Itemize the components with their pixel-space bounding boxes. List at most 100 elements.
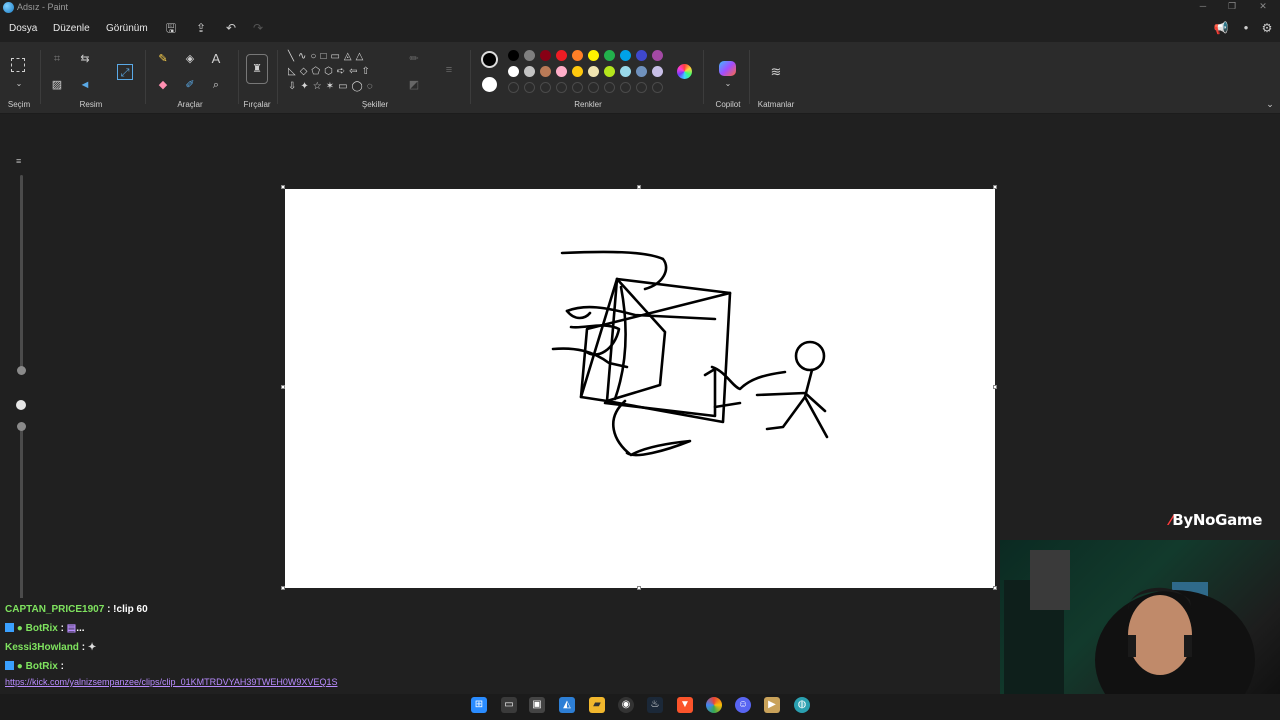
color-swatch[interactable] [604, 50, 615, 61]
chrome-icon[interactable] [706, 697, 722, 713]
zoom-fit-icon[interactable]: ≡ [16, 156, 21, 166]
minimize-icon[interactable]: ─ [1190, 1, 1216, 11]
steam-icon[interactable]: ♨ [647, 697, 663, 713]
resize-handle[interactable] [993, 185, 997, 189]
custom-color-slot[interactable] [524, 82, 535, 93]
resize-handle[interactable] [993, 586, 997, 590]
paint-taskbar-icon[interactable]: ◍ [794, 697, 810, 713]
shape-size-icon[interactable]: ≡ [441, 62, 457, 78]
size-slider-thumb[interactable] [17, 422, 26, 431]
color-swatch[interactable] [508, 50, 519, 61]
background-remove-icon[interactable]: ▨ [49, 77, 65, 93]
custom-color-slot[interactable] [556, 82, 567, 93]
copilot-icon[interactable] [719, 61, 736, 76]
color-swatch[interactable] [620, 66, 631, 77]
discord-icon[interactable]: ☺ [735, 697, 751, 713]
pencil-icon[interactable]: ✎ [155, 51, 171, 67]
group-label-copilot: Copilot [715, 100, 741, 109]
brush-icon[interactable]: ♜ [246, 54, 268, 84]
menu-edit[interactable]: Düzenle [53, 23, 90, 34]
color-swatch[interactable] [556, 50, 567, 61]
zoom-slider-thumb[interactable] [17, 366, 26, 375]
image-select-icon[interactable]: ⤢ [117, 64, 133, 80]
shape-fill-icon[interactable]: ◩ [406, 77, 422, 93]
color-swatch[interactable] [588, 66, 599, 77]
color-swatch[interactable] [636, 66, 647, 77]
app-icon[interactable]: ▣ [529, 697, 545, 713]
account-icon[interactable]: ● [1238, 20, 1254, 36]
redo-icon[interactable]: ↷ [250, 20, 266, 36]
color-swatch[interactable] [652, 66, 663, 77]
chat-username: Kessi3Howland [5, 642, 79, 653]
chevron-down-icon[interactable]: ⌄ [720, 76, 736, 92]
color-swatch[interactable] [604, 66, 615, 77]
color-swatch[interactable] [636, 50, 647, 61]
task-view-icon[interactable]: ▭ [501, 697, 517, 713]
share-icon[interactable]: ⇪ [193, 20, 209, 36]
file-explorer-icon[interactable]: ▰ [589, 697, 605, 713]
color-swatch[interactable] [652, 50, 663, 61]
color-picker-icon[interactable]: ✐ [182, 77, 198, 93]
resize-icon[interactable]: ⇆ [77, 51, 93, 67]
color-swatch[interactable] [540, 50, 551, 61]
selection-rect-icon[interactable] [11, 58, 25, 72]
resize-handle[interactable] [281, 385, 285, 389]
rotate-icon[interactable]: ◄ [77, 77, 93, 93]
color-swatch[interactable] [508, 66, 519, 77]
crop-icon[interactable]: ⌗ [49, 51, 65, 67]
color-swatch[interactable] [588, 50, 599, 61]
chat-text: : [57, 623, 67, 634]
announcement-icon[interactable]: 📢 [1213, 20, 1229, 36]
custom-color-slot[interactable] [572, 82, 583, 93]
size-slider-track[interactable] [20, 428, 23, 598]
close-icon[interactable]: ✕ [1250, 1, 1276, 12]
custom-color-slot[interactable] [540, 82, 551, 93]
shape-outline-icon[interactable]: ✏ [406, 51, 422, 67]
custom-color-slot[interactable] [604, 82, 615, 93]
windows-start-icon[interactable]: ⊞ [471, 697, 487, 713]
color-swatch[interactable] [524, 50, 535, 61]
chat-message: CAPTAN_PRICE1907 : !clip 60 [5, 604, 148, 615]
text-tool-icon[interactable]: A [208, 51, 224, 67]
eraser-icon[interactable]: ◆ [155, 77, 171, 93]
resize-handle[interactable] [993, 385, 997, 389]
resize-handle[interactable] [637, 185, 641, 189]
settings-icon[interactable]: ⚙ [1259, 20, 1275, 36]
fill-bucket-icon[interactable]: ◈ [182, 51, 198, 67]
ribbon-divider [238, 50, 239, 104]
secondary-color[interactable] [482, 77, 497, 92]
custom-color-slot[interactable] [652, 82, 663, 93]
custom-color-slot[interactable] [588, 82, 599, 93]
app-icon[interactable]: ▶ [764, 697, 780, 713]
maximize-icon[interactable]: ❐ [1219, 1, 1245, 12]
color-swatch[interactable] [620, 50, 631, 61]
edit-colors-icon[interactable] [677, 64, 692, 79]
custom-color-slot[interactable] [508, 82, 519, 93]
primary-color[interactable] [481, 51, 498, 68]
photos-icon[interactable]: ◭ [559, 697, 575, 713]
color-swatch[interactable] [524, 66, 535, 77]
collapse-ribbon-icon[interactable]: ⌄ [1262, 96, 1278, 112]
magnifier-icon[interactable]: ⌕ [208, 77, 224, 93]
menu-view[interactable]: Görünüm [106, 23, 148, 34]
menu-file[interactable]: Dosya [9, 23, 37, 34]
chevron-down-icon[interactable]: ⌄ [11, 76, 27, 92]
layers-icon[interactable]: ≋ [768, 64, 784, 80]
color-swatch[interactable] [540, 66, 551, 77]
resize-handle[interactable] [281, 185, 285, 189]
color-swatch[interactable] [572, 66, 583, 77]
brave-icon[interactable]: ▼ [677, 697, 693, 713]
custom-color-slot[interactable] [620, 82, 631, 93]
clip-link[interactable]: https://kick.com/yalnizsempanzee/clips/c… [5, 677, 337, 687]
custom-color-slot[interactable] [636, 82, 647, 93]
drawing-canvas[interactable] [285, 189, 995, 588]
undo-icon[interactable]: ↶ [223, 20, 239, 36]
resize-handle[interactable] [281, 586, 285, 590]
zoom-slider-track[interactable] [20, 175, 23, 370]
browser-icon[interactable]: ◉ [618, 697, 634, 713]
save-icon[interactable]: 🖫 [163, 20, 179, 36]
resize-handle[interactable] [637, 586, 641, 590]
shapes-gallery[interactable]: ╲∿○□▭◬△ ◺◇⬠⬡➪⇦⇧ ⇩✦☆✶▭◯◌ [288, 49, 396, 97]
color-swatch[interactable] [556, 66, 567, 77]
color-swatch[interactable] [572, 50, 583, 61]
